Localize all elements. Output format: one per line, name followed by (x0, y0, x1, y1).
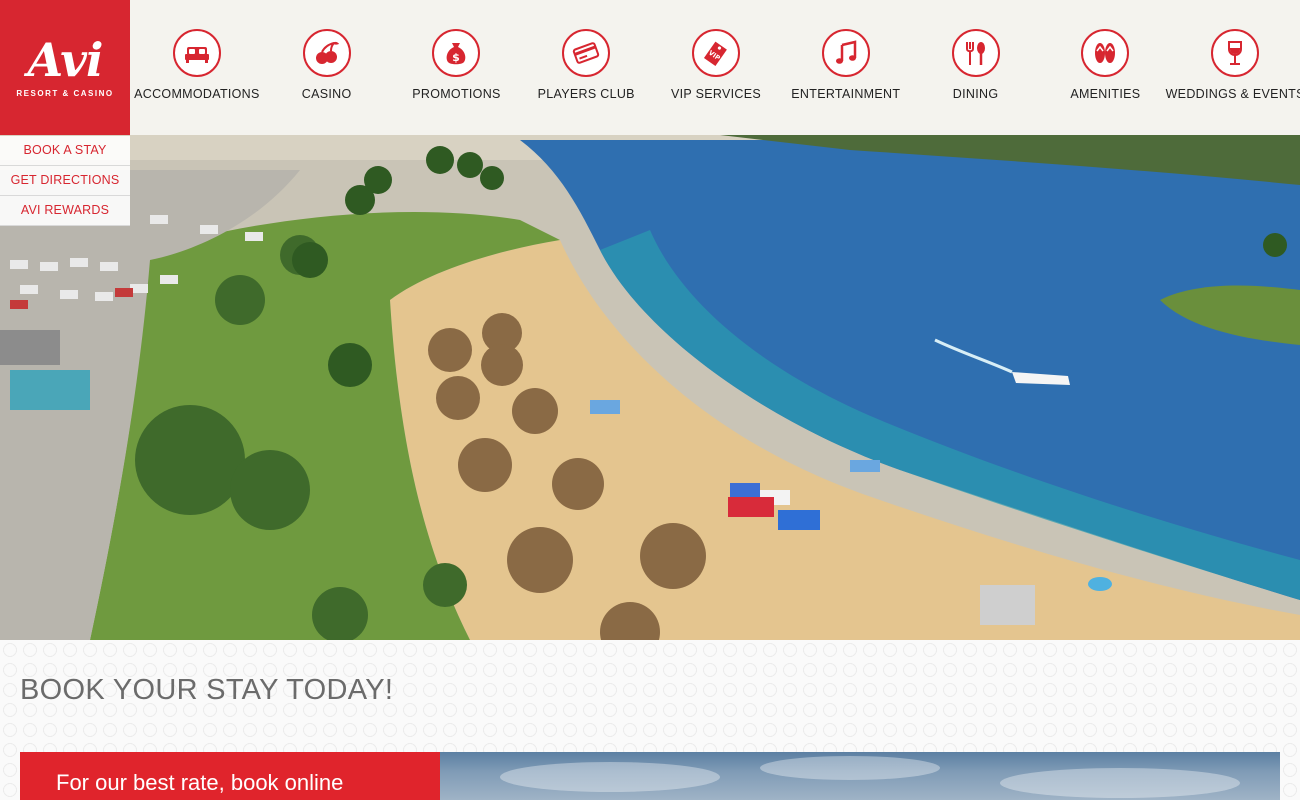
bed-icon (172, 29, 221, 77)
nav-label: ENTERTAINMENT (791, 87, 901, 101)
vip-tag-icon: VIP (692, 29, 741, 77)
card-icon (562, 29, 611, 77)
booking-promo-image (440, 752, 1280, 800)
section-title: BOOK YOUR STAY TODAY! (20, 674, 394, 706)
nav-item-entertainment[interactable]: ENTERTAINMENT (781, 0, 911, 135)
nav-label: PROMOTIONS (412, 87, 501, 101)
nav-label: PLAYERS CLUB (537, 87, 635, 101)
nav-item-vip-services[interactable]: VIP VIP SERVICES (651, 0, 781, 135)
nav-item-weddings-events[interactable]: WEDDINGS & EVENTS (1166, 0, 1300, 135)
brand-logo[interactable]: Avi RESORT & CASINO (0, 0, 130, 135)
booking-promo-panel: For our best rate, book online (20, 752, 440, 800)
quick-links: BOOK A STAY GET DIRECTIONS AVI REWARDS (0, 136, 130, 226)
nav-item-accommodations[interactable]: ACCOMMODATIONS (132, 0, 262, 135)
logo-wordmark: Avi (27, 33, 103, 87)
book-a-stay-link[interactable]: BOOK A STAY (0, 136, 130, 166)
nav-item-promotions[interactable]: $ PROMOTIONS (392, 0, 522, 135)
avi-rewards-link[interactable]: AVI REWARDS (0, 196, 130, 226)
music-note-icon (821, 29, 870, 77)
nav-label: ACCOMMODATIONS (134, 87, 260, 101)
nav-label: CASINO (301, 87, 352, 101)
main-nav: ACCOMMODATIONS CASINO $ PROMOTIONS PLAYE… (132, 0, 1300, 135)
nav-label: WEDDINGS & EVENTS (1165, 87, 1300, 101)
book-stay-section: BOOK YOUR STAY TODAY! For our best rate,… (0, 640, 1300, 800)
nav-label: DINING (952, 87, 999, 101)
wine-glass-icon (1211, 29, 1260, 77)
cherries-icon (302, 29, 351, 77)
logo-tagline: RESORT & CASINO (16, 89, 114, 98)
nav-label: AMENITIES (1070, 87, 1141, 101)
get-directions-link[interactable]: GET DIRECTIONS (0, 166, 130, 196)
nav-item-casino[interactable]: CASINO (262, 0, 392, 135)
money-bag-icon: $ (432, 29, 481, 77)
nav-item-amenities[interactable]: AMENITIES (1040, 0, 1170, 135)
utensils-icon (951, 29, 1000, 77)
nav-item-dining[interactable]: DINING (911, 0, 1041, 135)
promo-text: For our best rate, book online (56, 770, 344, 795)
svg-text:$: $ (453, 51, 461, 64)
nav-label: VIP SERVICES (671, 87, 761, 101)
nav-item-players-club[interactable]: PLAYERS CLUB (521, 0, 651, 135)
flip-flops-icon (1081, 29, 1130, 77)
